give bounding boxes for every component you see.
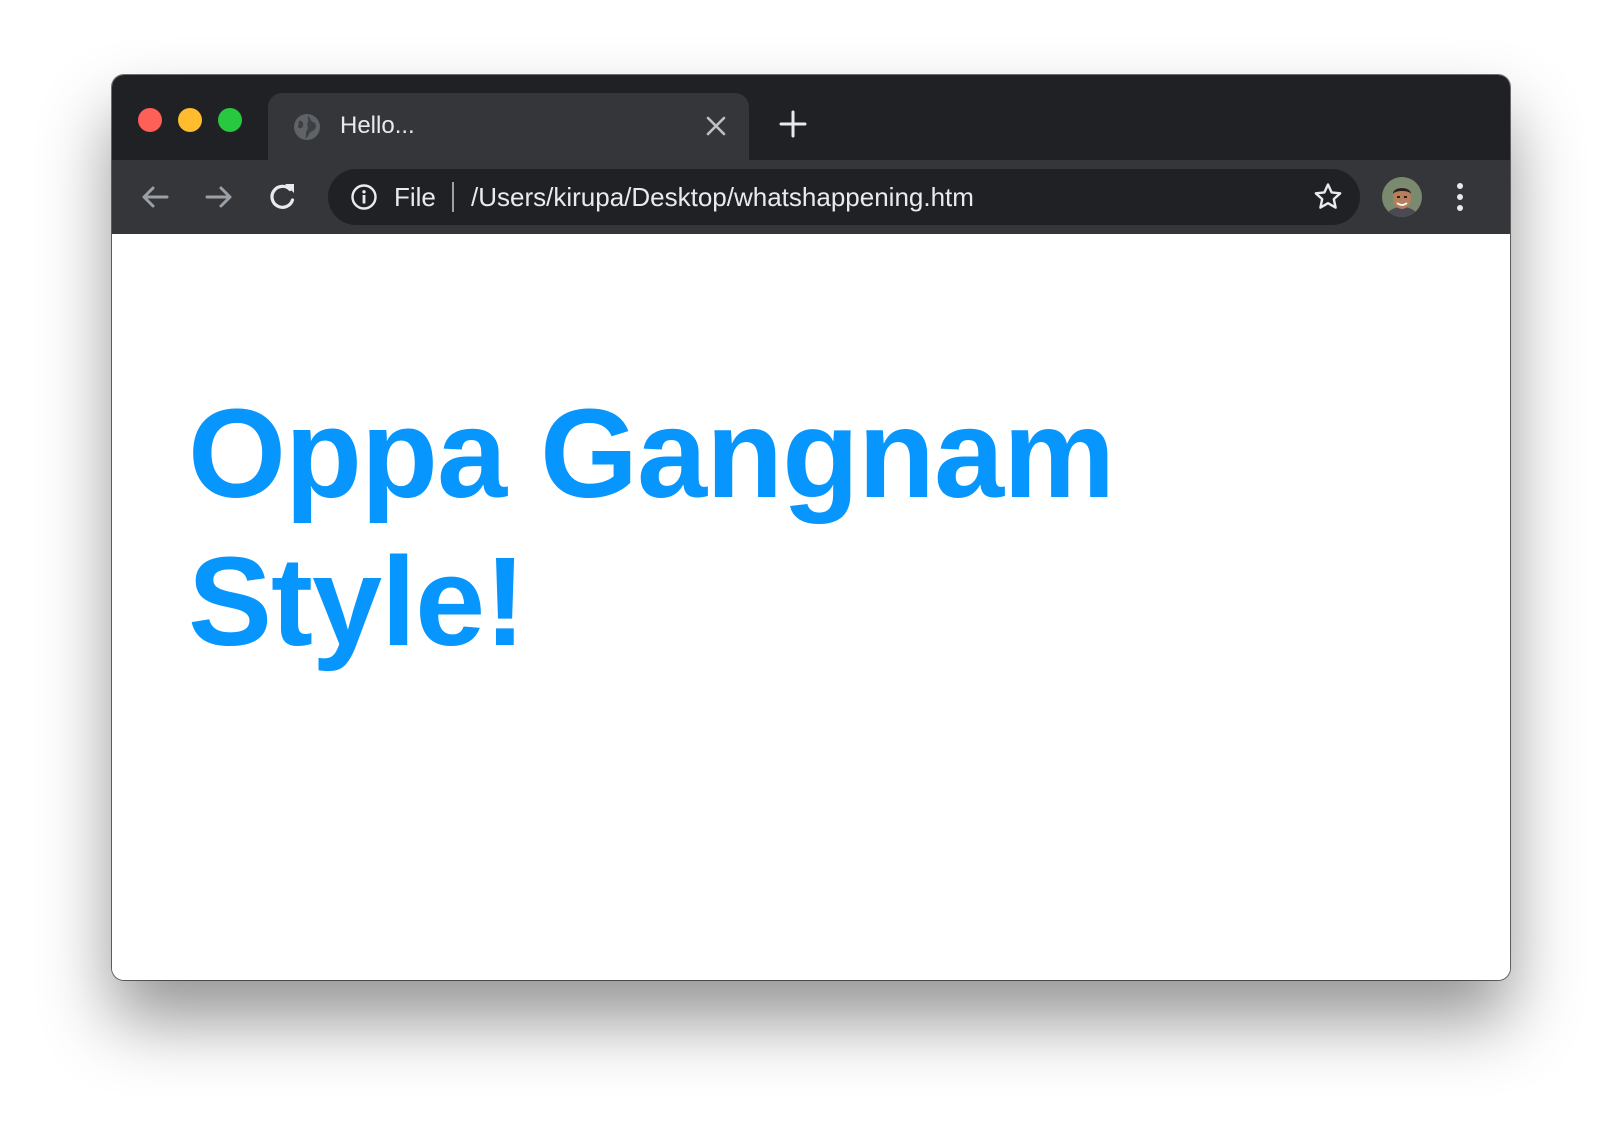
info-icon[interactable] [350, 183, 378, 211]
avatar-image [1382, 177, 1422, 217]
url-text[interactable]: /Users/kirupa/Desktop/whatshappening.htm [471, 182, 974, 212]
toolbar: File /Users/kirupa/Desktop/whatshappenin… [112, 160, 1510, 234]
star-icon[interactable] [1312, 181, 1344, 213]
page-headline: Oppa Gangnam Style! [188, 383, 1115, 672]
more-vertical-icon[interactable] [1450, 180, 1470, 214]
page-content: Oppa Gangnam Style! [112, 234, 1510, 980]
tab-title: Hello... [340, 112, 415, 139]
address-bar[interactable]: File /Users/kirupa/Desktop/whatshappenin… [328, 169, 1360, 225]
reload-icon[interactable] [266, 180, 300, 214]
minimize-window-button[interactable] [178, 108, 202, 132]
browser-window: Hello... File /Users/kirupa/Desktop/what… [112, 75, 1510, 980]
tab-active[interactable]: Hello... [268, 93, 749, 160]
avatar[interactable] [1382, 177, 1422, 217]
arrow-left-icon[interactable] [138, 180, 172, 214]
omnibox-divider [452, 182, 454, 212]
arrow-right-icon[interactable] [202, 180, 236, 214]
plus-icon[interactable] [778, 109, 808, 139]
tab-strip: Hello... [112, 75, 1510, 160]
close-window-button[interactable] [138, 108, 162, 132]
scheme-label: File [394, 182, 436, 212]
globe-icon [294, 114, 320, 140]
zoom-window-button[interactable] [218, 108, 242, 132]
close-icon[interactable] [703, 113, 729, 139]
